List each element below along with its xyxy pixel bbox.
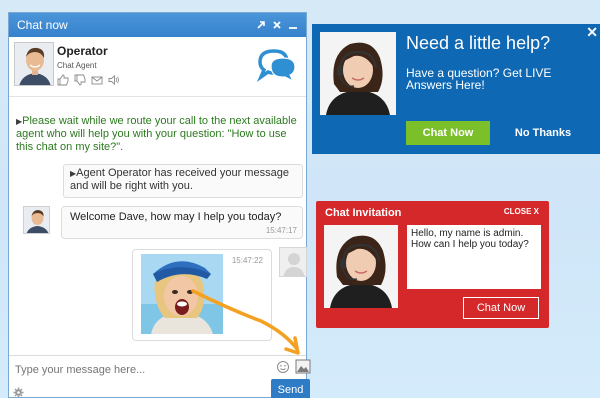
operator-message: Welcome Dave, how may I help you today? …: [61, 206, 303, 239]
message-input[interactable]: [15, 358, 265, 382]
chat-bubbles-icon: [256, 47, 298, 83]
thumbs-down-icon[interactable]: [74, 73, 86, 86]
expand-icon[interactable]: [254, 18, 268, 32]
operator-message-text: Welcome Dave, how may I help you today?: [70, 211, 282, 223]
operator-panel: Operator Chat Agent: [9, 37, 306, 97]
note-text: Agent Operator has received your message…: [70, 167, 289, 192]
message-composer: [9, 355, 311, 383]
invitation-message: Hello, my name is admin. How can I help …: [407, 225, 541, 289]
system-message: ▶Please wait while we route your call to…: [16, 115, 302, 154]
chat-footer: [9, 383, 306, 398]
invitation-close-button[interactable]: CLOSE X: [504, 207, 539, 216]
invitation-chat-now-button[interactable]: Chat Now: [463, 297, 539, 319]
help-subtext: Have a question? Get LIVE Answers Here!: [406, 66, 552, 92]
chat-header: Chat now: [9, 13, 306, 37]
user-message-time: 15:47:22: [231, 256, 263, 265]
operator-role: Chat Agent: [57, 61, 97, 70]
agent-received-note: ▶Agent Operator has received your messag…: [63, 164, 303, 198]
operator-message-time: 15:47:17: [265, 226, 297, 235]
thumbs-up-icon[interactable]: [57, 73, 69, 86]
orange-pointer-arrow-icon: [191, 289, 300, 355]
gear-icon[interactable]: [13, 385, 24, 398]
sound-icon[interactable]: [108, 73, 120, 85]
chat-title: Chat now: [17, 18, 68, 32]
chat-now-button[interactable]: Chat Now: [406, 121, 490, 145]
smiley-icon[interactable]: [276, 360, 290, 374]
operator-actions: [57, 73, 120, 86]
user-avatar: [279, 247, 307, 277]
help-heading: Need a little help?: [406, 33, 551, 53]
no-thanks-button[interactable]: No Thanks: [508, 121, 578, 145]
help-panel: ✕ Need a little help? Have a question? G…: [312, 24, 600, 154]
operator-name: Operator: [57, 44, 108, 58]
agent-photo: [320, 32, 396, 115]
send-button[interactable]: Send: [271, 379, 310, 398]
minimize-icon[interactable]: [286, 18, 300, 32]
operator-avatar: [14, 42, 54, 86]
agent-photo: [324, 225, 398, 308]
chat-invitation: Chat Invitation CLOSE X Hello, my name i…: [316, 201, 549, 328]
system-message-text: Please wait while we route your call to …: [16, 115, 297, 153]
close-icon[interactable]: ✕: [586, 24, 598, 41]
email-icon[interactable]: [91, 73, 103, 85]
image-upload-icon[interactable]: [295, 359, 311, 374]
operator-message-avatar: [23, 206, 50, 234]
chat-window: Chat now Operator Chat Agent ▶Please wai…: [8, 12, 311, 398]
invitation-title: Chat Invitation: [325, 207, 402, 219]
close-icon[interactable]: [270, 18, 284, 32]
